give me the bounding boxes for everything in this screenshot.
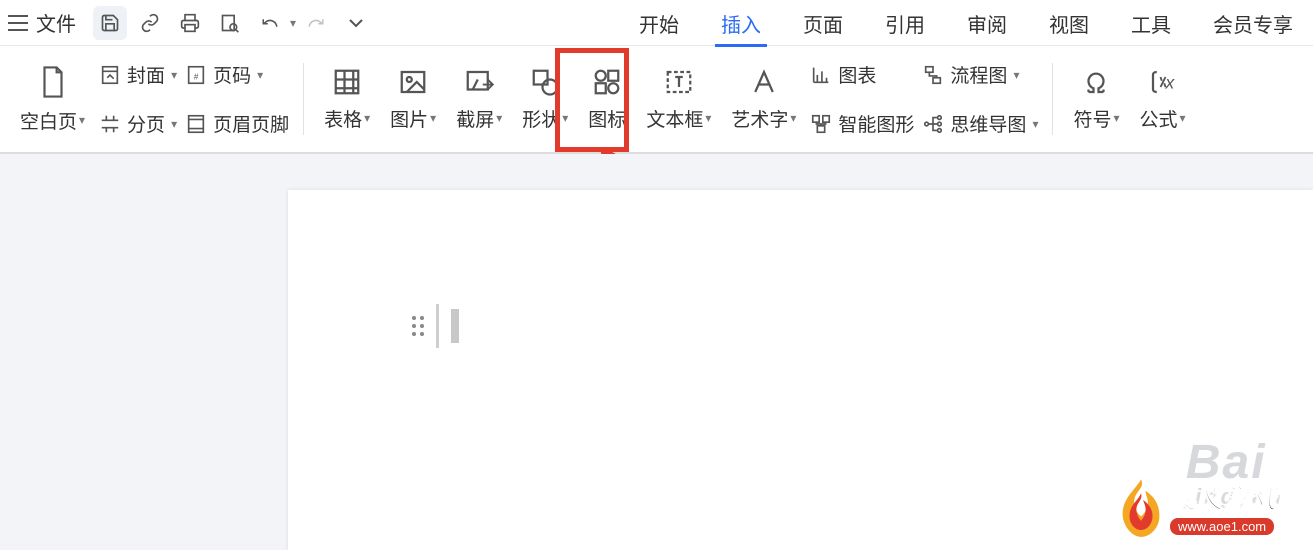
drag-handle-icon xyxy=(412,316,424,336)
equation-button[interactable]: x 公式▾ xyxy=(1130,61,1196,138)
symbol-label: 符号 xyxy=(1073,105,1111,132)
chart-label: 图表 xyxy=(838,61,876,88)
print-preview-button[interactable] xyxy=(213,6,247,40)
screenshot-button[interactable]: 截屏▾ xyxy=(446,61,512,138)
section-button[interactable]: 分页▾ xyxy=(95,104,181,143)
tab-member[interactable]: 会员专享 xyxy=(1197,0,1309,46)
section-label: 分页 xyxy=(127,110,165,137)
hamburger-menu-icon[interactable] xyxy=(4,9,32,37)
wordart-label: 艺术字 xyxy=(731,105,788,132)
file-menu[interactable]: 文件 xyxy=(36,8,76,37)
document-page[interactable]: Bai jingyan. xyxy=(288,190,1313,550)
page-number-button[interactable]: # 页码▾ xyxy=(181,55,293,94)
shapes-label: 形状 xyxy=(522,105,560,132)
tab-page[interactable]: 页面 xyxy=(787,0,859,46)
ribbon-insert: 空白页▾ 封面▾ 分页▾ # 页码▾ 页眉页脚 xyxy=(0,46,1313,154)
svg-text:#: # xyxy=(194,72,199,81)
symbol-button[interactable]: 符号▾ xyxy=(1063,61,1129,138)
separator xyxy=(1052,63,1053,135)
title-bar: 文件 ▾ 开始 插入 页面 引用 审阅 视图 工具 会员专享 xyxy=(0,0,1313,46)
cursor-position xyxy=(412,304,459,348)
more-dropdown-icon[interactable] xyxy=(339,6,373,40)
cover-label: 封面 xyxy=(127,61,165,88)
textbox-button[interactable]: 文本框▾ xyxy=(636,61,721,138)
tab-reference[interactable]: 引用 xyxy=(869,0,941,46)
redo-button[interactable] xyxy=(299,6,333,40)
equation-label: 公式 xyxy=(1140,105,1178,132)
link-icon[interactable] xyxy=(133,6,167,40)
tab-insert[interactable]: 插入 xyxy=(705,0,777,46)
picture-label: 图片 xyxy=(390,105,428,132)
page-number-label: 页码 xyxy=(213,61,251,88)
tab-start[interactable]: 开始 xyxy=(623,0,695,46)
icons-button[interactable]: 图标 xyxy=(578,61,636,138)
save-button[interactable] xyxy=(93,6,127,40)
header-footer-button[interactable]: 页眉页脚 xyxy=(181,104,293,143)
mindmap-label: 思维导图 xyxy=(950,110,1026,137)
undo-dropdown-icon[interactable]: ▾ xyxy=(290,16,296,30)
svg-text:x: x xyxy=(1164,72,1175,92)
flowchart-label: 流程图 xyxy=(950,61,1007,88)
smartart-label: 智能图形 xyxy=(838,110,914,137)
wordart-button[interactable]: 艺术字▾ xyxy=(721,61,806,138)
table-button[interactable]: 表格▾ xyxy=(314,61,380,138)
tab-view[interactable]: 视图 xyxy=(1033,0,1105,46)
table-label: 表格 xyxy=(324,105,362,132)
blank-page-button[interactable]: 空白页▾ xyxy=(10,59,95,140)
textbox-label: 文本框 xyxy=(646,105,703,132)
watermark: Bai jingyan. xyxy=(1186,435,1293,510)
separator xyxy=(303,63,304,135)
chevron-down-icon: ▾ xyxy=(79,113,85,127)
print-button[interactable] xyxy=(173,6,207,40)
tab-tools[interactable]: 工具 xyxy=(1115,0,1187,46)
undo-button[interactable] xyxy=(253,6,287,40)
mindmap-button[interactable]: 思维导图▾ xyxy=(918,104,1042,143)
document-area: Bai jingyan. xyxy=(0,154,1313,545)
header-footer-label: 页眉页脚 xyxy=(213,110,289,137)
picture-button[interactable]: 图片▾ xyxy=(380,61,446,138)
shapes-button[interactable]: 形状▾ xyxy=(512,61,578,138)
cover-button[interactable]: 封面▾ xyxy=(95,55,181,94)
screenshot-label: 截屏 xyxy=(456,105,494,132)
icons-label: 图标 xyxy=(588,105,626,132)
chart-button[interactable]: 图表 xyxy=(806,55,918,94)
ribbon-tabs: 开始 插入 页面 引用 审阅 视图 工具 会员专享 xyxy=(623,0,1309,46)
flowchart-button[interactable]: 流程图▾ xyxy=(918,55,1042,94)
tab-review[interactable]: 审阅 xyxy=(951,0,1023,46)
smartart-button[interactable]: 智能图形 xyxy=(806,104,918,143)
blank-page-label: 空白页 xyxy=(20,107,77,134)
